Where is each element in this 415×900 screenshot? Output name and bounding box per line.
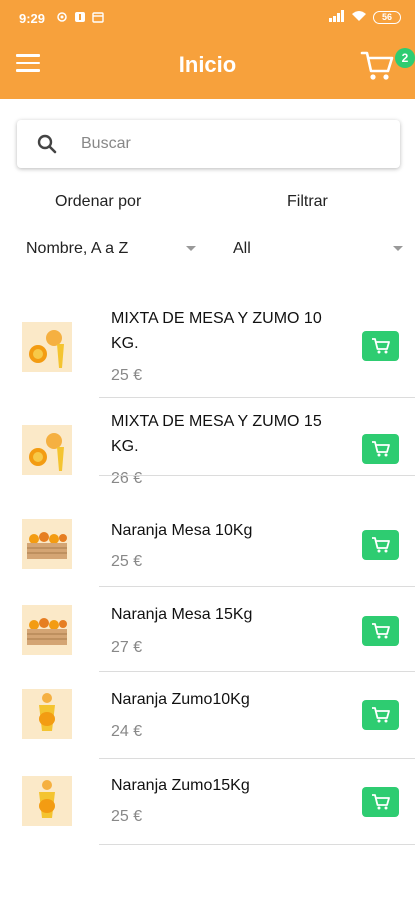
search-icon[interactable] — [37, 134, 57, 154]
product-name: Naranja Mesa 10Kg — [111, 522, 253, 539]
search-input[interactable] — [81, 128, 381, 160]
product-price: 27 € — [111, 639, 143, 656]
app-bar: Inicio 2 — [0, 36, 415, 99]
add-to-cart-button[interactable] — [362, 616, 399, 646]
product-price: 25 € — [111, 367, 143, 384]
notification-status-icon — [74, 11, 86, 23]
mixed-orange-juice-icon — [22, 425, 72, 475]
search-bar — [17, 120, 400, 168]
add-to-cart-button[interactable] — [362, 700, 399, 730]
product-price: 25 € — [111, 808, 143, 825]
sort-dropdown[interactable]: Nombre, A a Z — [26, 232, 206, 266]
product-name: MIXTA DE MESA Y ZUMO 10 KG. — [111, 310, 322, 352]
filter-value: All — [233, 240, 251, 257]
chevron-down-icon — [393, 246, 403, 251]
chevron-down-icon — [186, 246, 196, 251]
signal-icon — [329, 10, 345, 25]
filter-dropdown[interactable]: All — [233, 232, 408, 266]
product-price: 24 € — [111, 723, 143, 740]
product-name: Naranja Zumo10Kg — [111, 691, 250, 708]
sort-value: Nombre, A a Z — [26, 240, 129, 257]
add-to-cart-button[interactable] — [362, 787, 399, 817]
orange-crate-icon — [22, 519, 72, 569]
product-price: 25 € — [111, 553, 143, 570]
add-to-cart-button[interactable] — [362, 530, 399, 560]
calendar-status-icon — [92, 11, 104, 23]
product-name: Naranja Zumo15Kg — [111, 777, 250, 794]
status-bar: 9:29 56 — [0, 0, 415, 36]
status-time: 9:29 — [19, 11, 46, 26]
cart-count-badge: 2 — [395, 48, 415, 68]
orange-juice-glass-icon — [22, 689, 72, 739]
battery-indicator: 56 — [373, 11, 401, 24]
divider — [99, 586, 415, 587]
settings-status-icon — [56, 11, 68, 23]
divider — [99, 758, 415, 759]
product-price: 26 € — [111, 470, 143, 487]
divider — [99, 475, 415, 476]
wifi-icon — [351, 10, 367, 25]
sort-label: Ordenar por — [55, 193, 142, 210]
divider — [99, 671, 415, 672]
divider — [99, 844, 415, 845]
add-to-cart-button[interactable] — [362, 331, 399, 361]
mixed-orange-juice-icon — [22, 322, 72, 372]
orange-juice-glass-icon — [22, 776, 72, 826]
orange-crate-icon — [22, 605, 72, 655]
product-name: Naranja Mesa 15Kg — [111, 606, 253, 623]
filter-label: Filtrar — [287, 193, 328, 210]
cart-icon[interactable] — [360, 50, 396, 84]
page-title: Inicio — [178, 52, 237, 77]
product-name: MIXTA DE MESA Y ZUMO 15 KG. — [111, 413, 322, 455]
add-to-cart-button[interactable] — [362, 434, 399, 464]
divider — [99, 397, 415, 398]
